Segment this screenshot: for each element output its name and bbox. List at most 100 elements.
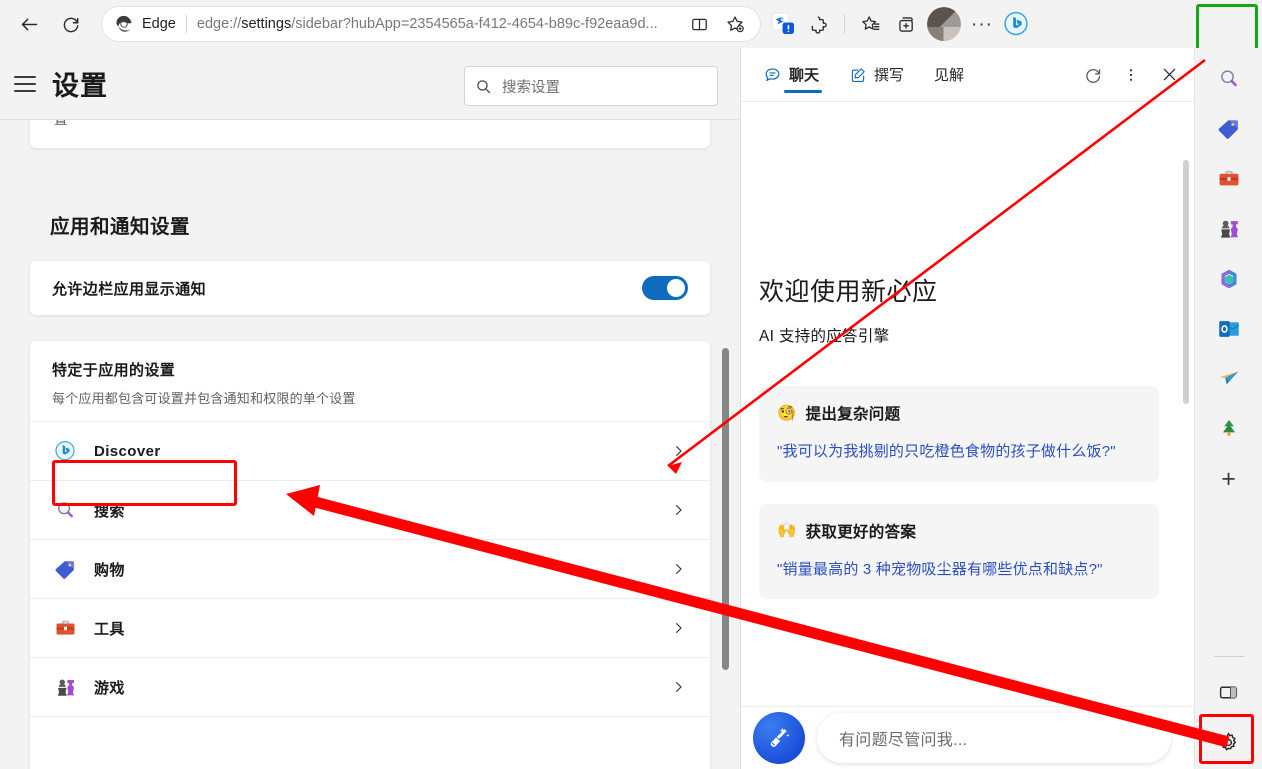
copilot-header: 聊天 撰写 见解 [741,48,1194,102]
split-screen-icon [691,18,707,30]
sidebar-item-microsoft365[interactable] [1208,258,1250,300]
extensions-puzzle-icon [810,15,827,34]
suggestion-title: 提出复杂问题 [805,406,901,423]
chevron-right-icon[interactable] [671,621,686,636]
settings-gear-icon [1220,732,1237,751]
tab-label: 聊天 [789,67,820,84]
suggestion-list: 🧐 提出复杂问题 "我可以为我挑剔的只吃橙色食物的孩子做什么饭?" 🙌 获取更好… [741,346,1194,599]
search-icon [1220,70,1237,87]
copilot-bing-icon [1004,11,1028,36]
search-icon [477,79,491,93]
notification-toggle-row[interactable]: 允许边栏应用显示通知 [30,261,710,315]
tab-label: 见解 [934,67,965,84]
notification-toggle-switch[interactable] [642,276,688,300]
chat-input[interactable]: 有问题尽管问我... [817,713,1171,763]
settings-menu-button[interactable] [14,75,36,92]
split-screen-button[interactable] [682,7,716,41]
chevron-right-icon[interactable] [671,503,686,518]
chat-bubble-icon [765,68,780,82]
welcome-subtitle: AI 支持的应答引擎 [759,328,890,345]
app-settings-subtitle: 每个应用都包含可设置并包含通知和权限的单个设置 [52,391,356,406]
suggestion-question[interactable]: "销量最高的 3 种宠物吸尘器有哪些优点和缺点?" [777,559,1141,582]
reload-button[interactable] [54,7,88,41]
sidebar-item-outlook[interactable] [1208,308,1250,350]
app-row-games[interactable]: 游戏 [30,657,710,716]
app-row-search[interactable]: 搜索 [30,480,710,539]
section-title: 应用和通知设置 [50,216,191,238]
app-row-next[interactable] [30,716,710,769]
sidebar-add-button[interactable]: + [1208,458,1250,500]
tree-icon [1222,420,1235,436]
sidebar-item-search[interactable] [1208,58,1250,100]
sidebar-divider [1213,656,1244,657]
chevron-right-icon[interactable] [671,444,686,459]
chevron-right-icon[interactable] [671,680,686,695]
app-row-tools[interactable]: 工具 [30,598,710,657]
monocle-face-icon: 🧐 [777,404,797,422]
app-label: 购物 [94,561,125,579]
extensions-button[interactable] [802,7,836,41]
partial-card-text: 置 [54,120,68,128]
collections-icon [861,15,879,30]
suggestion-title: 获取更好的答案 [805,523,917,541]
profile-avatar[interactable] [927,7,961,41]
add-tab-group-button[interactable] [889,7,923,41]
search-settings-input[interactable]: 搜索设置 [464,66,718,106]
refresh-button[interactable] [1078,60,1108,90]
more-options-button[interactable]: ··· [965,7,999,41]
search-icon [52,497,78,523]
url-text: edge://settings/sidebar?hubApp=2354565a-… [196,16,658,32]
avatar-image [927,7,961,41]
sidebar-settings-button[interactable] [1208,721,1250,763]
omnibox-divider [185,15,187,33]
chevron-right-icon[interactable] [671,562,686,577]
suggestion-card[interactable]: 🙌 获取更好的答案 "销量最高的 3 种宠物吸尘器有哪些优点和缺点?" [759,503,1159,599]
settings-scrollbar[interactable] [720,120,730,769]
sidebar-item-tree[interactable] [1208,408,1250,450]
paper-plane-icon [1219,371,1238,385]
copilot-footer: 有问题尽管问我... [741,706,1194,769]
address-bar[interactable]: Edge edge://settings/sidebar?hubApp=2354… [102,7,760,41]
back-button[interactable] [12,7,46,41]
copilot-panel: 聊天 撰写 见解 欢迎使用新必应 AI 支持的应答引擎 🧐 提出复杂问题 "我可… [740,48,1194,769]
copilot-toolbar-button[interactable] [999,7,1033,41]
add-favorite-button[interactable] [718,7,752,41]
partial-card-above[interactable]: 置 [30,120,710,148]
sidebar-item-tools[interactable] [1208,158,1250,200]
sidebar-item-shopping[interactable] [1208,108,1250,150]
downloads-button[interactable] [766,7,800,41]
copilot-body: 欢迎使用新必应 AI 支持的应答引擎 🧐 提出复杂问题 "我可以为我挑剔的只吃橙… [741,102,1194,706]
tab-compose[interactable]: 撰写 [843,48,910,102]
settings-scrollbar-thumb[interactable] [722,348,729,670]
welcome-block: 欢迎使用新必应 AI 支持的应答引擎 [741,102,1194,346]
suggestion-card[interactable]: 🧐 提出复杂问题 "我可以为我挑剔的只吃橙色食物的孩子做什么饭?" [759,386,1159,482]
panel-toggle-icon [1219,686,1238,698]
sidebar-item-send[interactable] [1208,358,1250,400]
app-row-discover[interactable]: Discover [30,421,710,480]
tab-insights[interactable]: 见解 [928,48,970,102]
app-label: Discover [94,442,161,460]
suggestion-title-row: 🙌 获取更好的答案 [777,520,1141,542]
close-panel-button[interactable] [1154,60,1184,90]
microsoft365-icon [1221,269,1236,289]
new-topic-button[interactable] [753,712,805,764]
app-settings-title: 特定于应用的设置 [52,362,176,379]
settings-header: 设置 搜索设置 [0,48,740,120]
settings-content: 置 应用和通知设置 允许边栏应用显示通知 特定于应用的设置 每个应用都包含可设置… [0,120,740,769]
copilot-scrollbar-thumb[interactable] [1183,160,1189,404]
tab-chat[interactable]: 聊天 [757,48,825,102]
collections-button[interactable] [853,7,887,41]
copilot-more-button[interactable] [1116,60,1146,90]
edge-logo-icon [116,15,132,32]
copilot-scrollbar[interactable] [1181,160,1191,706]
app-row-shopping[interactable]: 购物 [30,539,710,598]
sidebar-item-games[interactable] [1208,208,1250,250]
edge-sidebar: + [1194,48,1262,769]
suggestion-question[interactable]: "我可以为我挑剔的只吃橙色食物的孩子做什么饭?" [777,441,1141,464]
tools-briefcase-icon [52,615,78,641]
tools-briefcase-icon [1219,170,1238,186]
sidebar-panel-toggle[interactable] [1208,671,1250,713]
bing-discover-icon [52,438,78,464]
notification-toggle-label: 允许边栏应用显示通知 [52,280,207,298]
outlook-icon [1218,321,1239,337]
